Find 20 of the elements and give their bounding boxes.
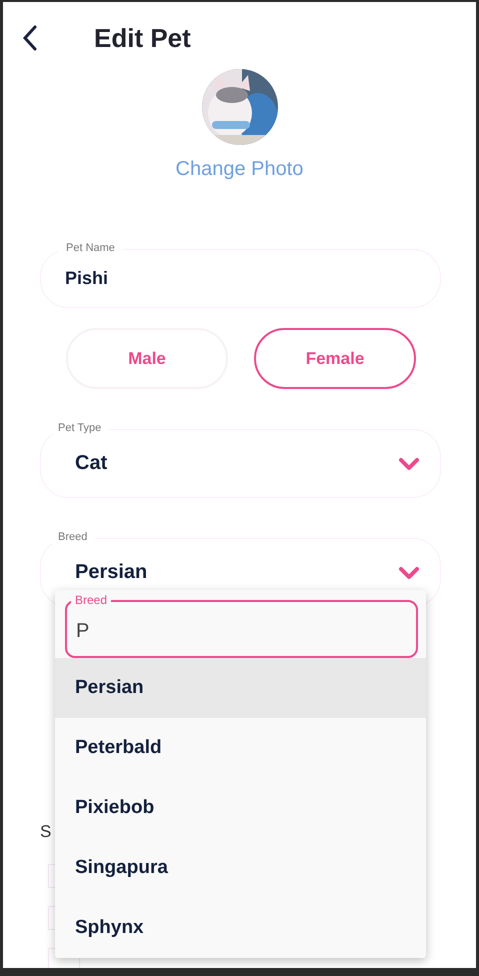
dropdown-option[interactable]: Singapura: [55, 838, 426, 898]
field-value: Pishi: [65, 268, 108, 289]
field-value: Persian: [75, 561, 148, 584]
field-value: Cat: [75, 452, 108, 475]
back-icon[interactable]: [22, 25, 38, 51]
dropdown-option[interactable]: Sphynx: [55, 898, 426, 958]
chevron-down-icon: [398, 456, 420, 470]
field-label: Pet Name: [58, 241, 123, 255]
field-value: P: [76, 620, 90, 642]
dropdown-option[interactable]: Persian: [55, 658, 426, 718]
dropdown-option[interactable]: Peterbald: [55, 718, 426, 778]
field-label: Breed: [50, 530, 96, 544]
dropdown-option[interactable]: Pixiebob: [55, 778, 426, 838]
gender-button[interactable]: Female: [254, 328, 416, 389]
section-label: S: [40, 822, 52, 842]
gender-button[interactable]: Male: [66, 328, 228, 389]
page-title: Edit Pet: [94, 22, 191, 54]
chevron-down-icon: [398, 566, 420, 580]
field-label: Breed: [71, 593, 112, 607]
field-label: Pet Type: [50, 421, 110, 435]
